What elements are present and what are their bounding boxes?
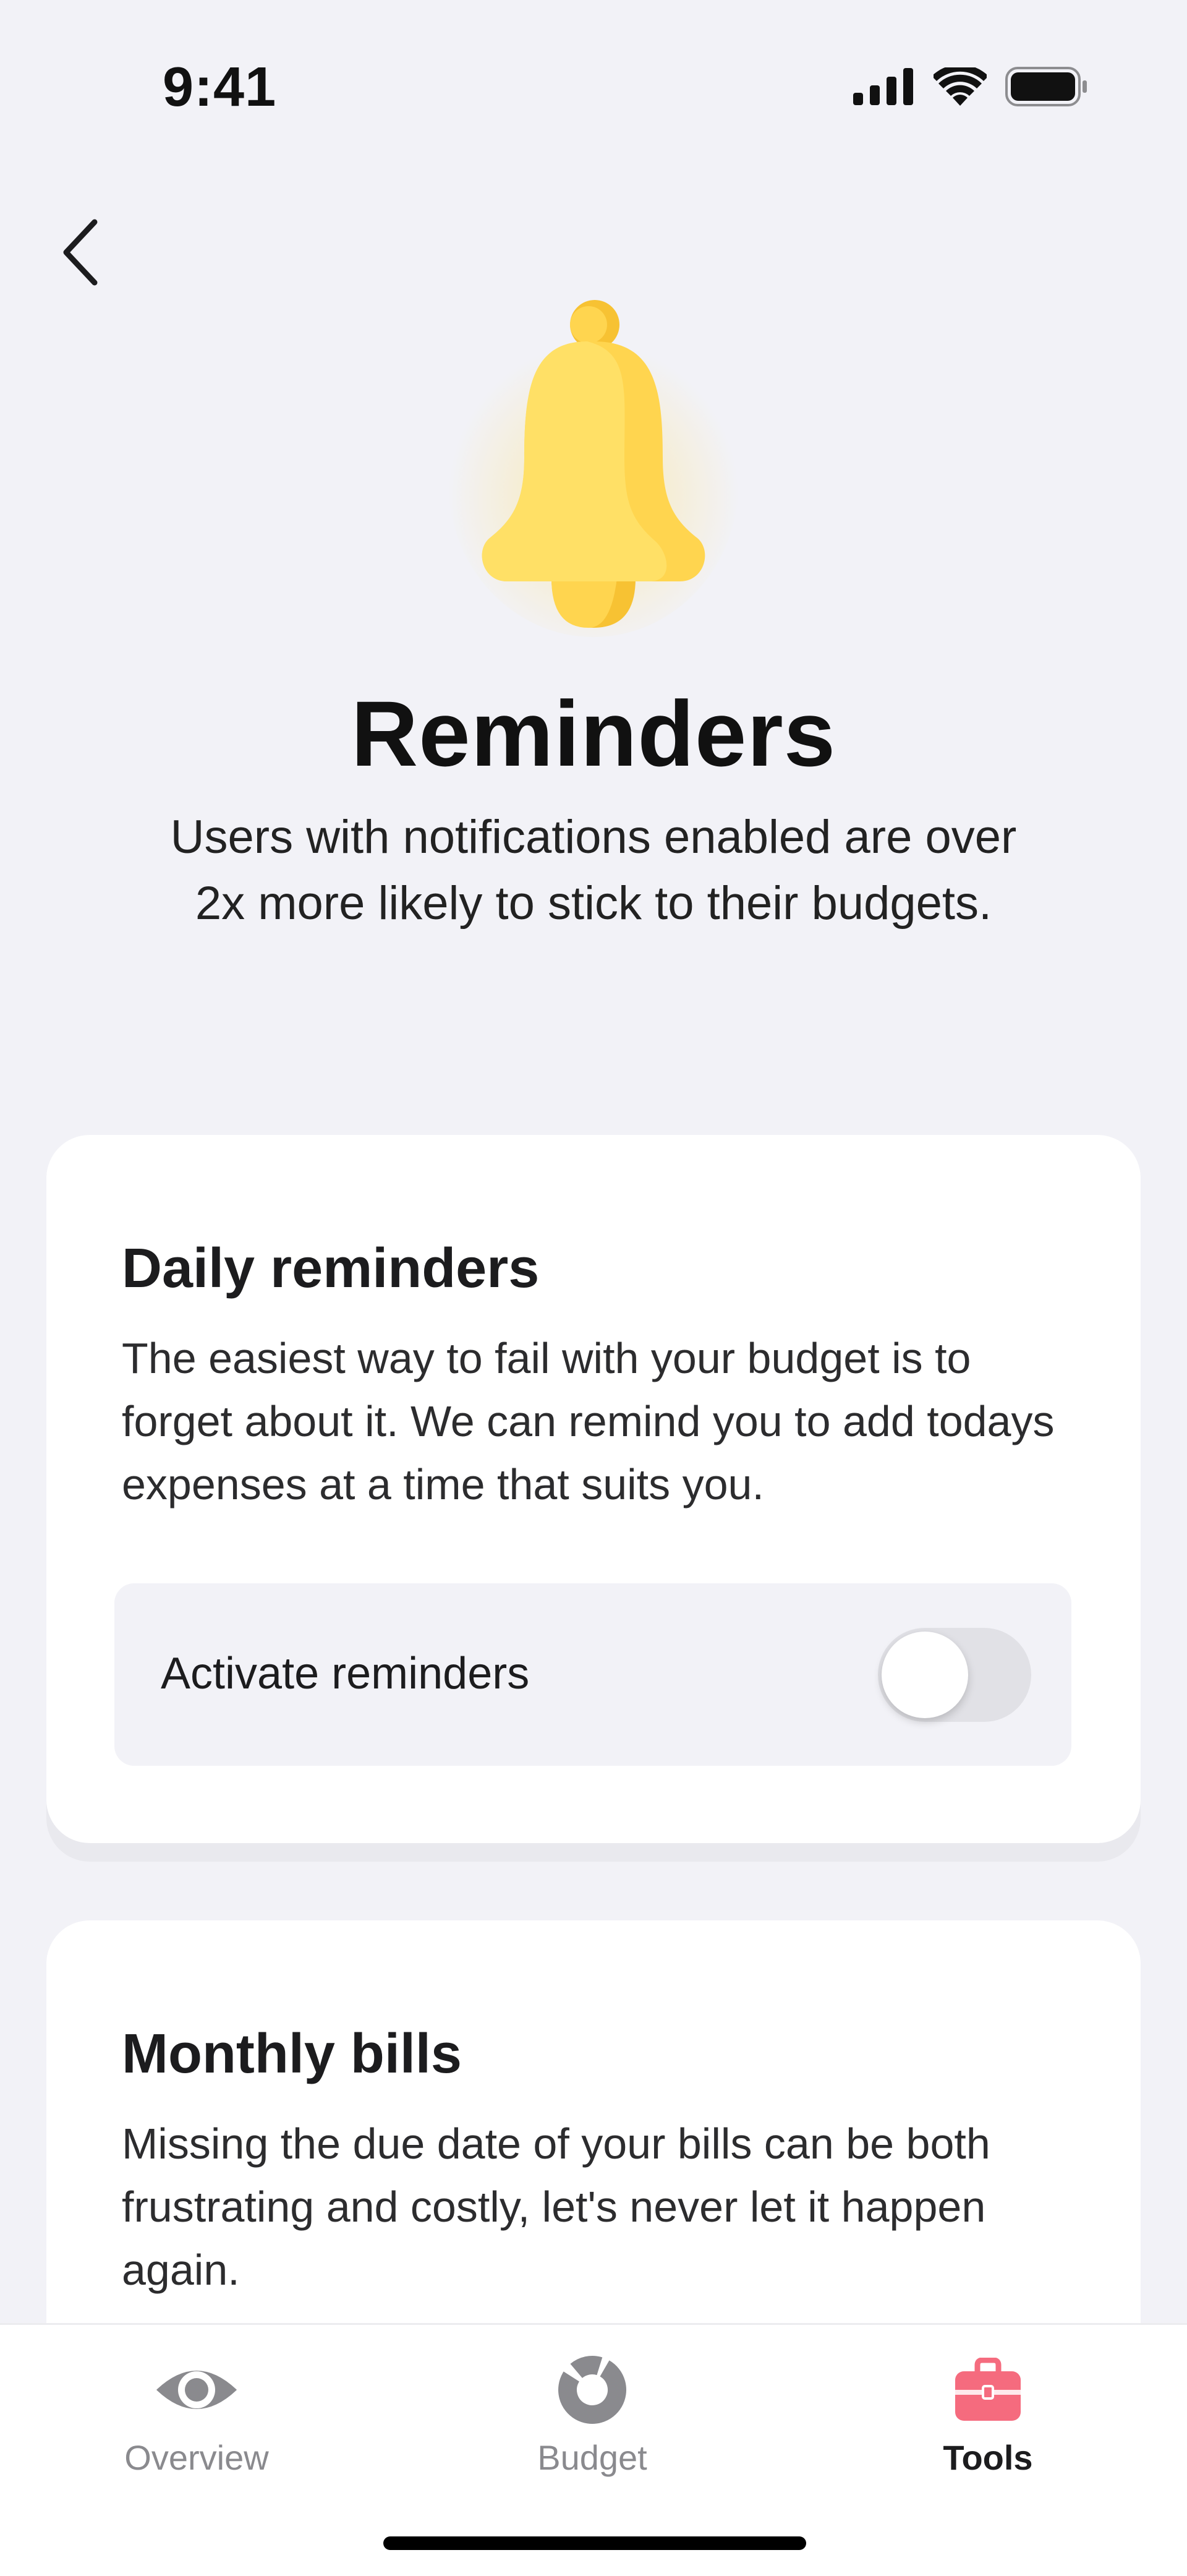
bell-icon xyxy=(445,297,742,643)
daily-reminders-card: Daily reminders The easiest way to fail … xyxy=(46,1135,1141,1843)
back-button[interactable] xyxy=(43,210,117,297)
monthly-bills-description: Missing the due date of your bills can b… xyxy=(122,2120,990,2294)
toolbox-icon xyxy=(954,2350,1022,2430)
status-icons xyxy=(853,64,1088,109)
monthly-bills-title: Monthly bills xyxy=(122,2023,462,2085)
tab-budget-label: Budget xyxy=(537,2438,647,2477)
toggle-knob xyxy=(882,1632,968,1718)
cellular-signal-icon xyxy=(853,68,915,108)
eye-icon xyxy=(153,2350,240,2430)
donut-chart-icon xyxy=(556,2350,628,2430)
page-title: Reminders xyxy=(351,682,836,785)
daily-reminders-description: The easiest way to fail with your budget… xyxy=(122,1334,1055,1508)
tab-bar: Overview Budget Tools xyxy=(0,2323,1187,2576)
activate-reminders-label: Activate reminders xyxy=(161,1649,530,1698)
home-indicator xyxy=(383,2536,806,2550)
tab-tools[interactable]: Tools xyxy=(864,2350,1112,2492)
tab-overview[interactable]: Overview xyxy=(73,2350,320,2492)
status-time: 9:41 xyxy=(163,56,277,118)
page-subtitle: Users with notifications enabled are ove… xyxy=(170,811,1017,930)
tab-budget[interactable]: Budget xyxy=(469,2350,716,2492)
battery-icon xyxy=(1005,67,1088,109)
status-bar: 9:41 xyxy=(0,0,1187,173)
activate-reminders-toggle[interactable] xyxy=(878,1628,1031,1722)
daily-reminders-title: Daily reminders xyxy=(122,1238,540,1299)
tab-overview-label: Overview xyxy=(124,2438,269,2477)
tab-tools-label: Tools xyxy=(943,2438,1033,2477)
wifi-icon xyxy=(932,64,989,109)
activate-reminders-row[interactable]: Activate reminders xyxy=(114,1583,1071,1766)
chevron-left-icon xyxy=(59,218,102,289)
